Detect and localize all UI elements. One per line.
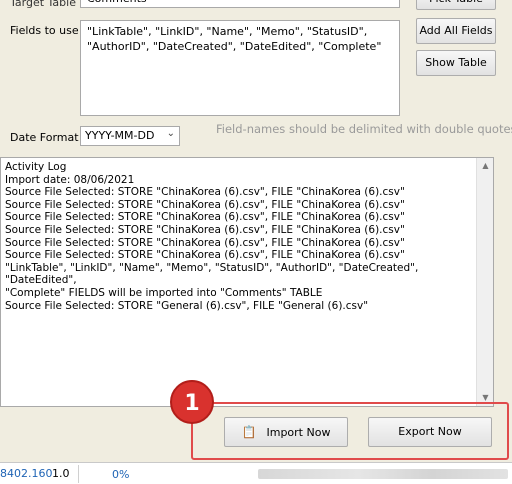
show-table-button[interactable]: Show Table bbox=[416, 50, 496, 76]
fields-to-use-label: Fields to use bbox=[10, 24, 79, 37]
status-blurred-area bbox=[258, 469, 508, 479]
log-line: Source File Selected: STORE "ChinaKorea … bbox=[5, 249, 405, 262]
chevron-down-icon: ⌄ bbox=[166, 128, 175, 139]
log-line: "Complete" FIELDS will be imported into … bbox=[5, 286, 323, 299]
date-format-select[interactable]: YYYY-MM-DD ⌄ bbox=[80, 126, 180, 146]
log-line: Source File Selected: STORE "ChinaKorea … bbox=[5, 223, 405, 236]
import-now-label: Import Now bbox=[266, 426, 331, 439]
status-coordinate: 8402.160 bbox=[0, 467, 53, 480]
scroll-up-icon[interactable]: ▲ bbox=[477, 160, 494, 172]
activity-log[interactable]: Activity Log Import date: 08/06/2021 Sou… bbox=[0, 157, 494, 407]
fields-to-use-textarea[interactable]: "LinkTable", "LinkID", "Name", "Memo", "… bbox=[80, 20, 400, 116]
status-percent: 0% bbox=[112, 468, 130, 481]
log-line: Source File Selected: STORE "ChinaKorea … bbox=[5, 198, 405, 211]
date-format-label: Date Format bbox=[10, 131, 79, 144]
log-line: Activity Log bbox=[5, 161, 67, 173]
log-line: Source File Selected: STORE "General (6)… bbox=[5, 299, 369, 312]
date-format-value: YYYY-MM-DD bbox=[85, 129, 155, 142]
add-all-fields-button[interactable]: Add All Fields bbox=[416, 18, 496, 44]
export-now-button[interactable]: Export Now bbox=[368, 417, 492, 447]
callout-badge: 1 bbox=[170, 380, 214, 424]
log-scrollbar[interactable]: ▲ ▼ bbox=[476, 158, 493, 406]
log-line: Source File Selected: STORE "ChinaKorea … bbox=[5, 186, 405, 199]
log-line: Import date: 08/06/2021 bbox=[5, 173, 135, 186]
field-names-hint: Field-names should be delimited with dou… bbox=[216, 122, 512, 136]
pick-table-button[interactable]: Pick Table bbox=[416, 0, 496, 10]
target-table-label: Target Table bbox=[10, 0, 76, 9]
target-table-input[interactable]: Comments bbox=[80, 0, 400, 8]
log-line: Source File Selected: STORE "ChinaKorea … bbox=[5, 236, 405, 249]
status-divider bbox=[78, 465, 79, 483]
status-bar: 8402.160 1.0 0% bbox=[0, 462, 512, 484]
log-line: "LinkTable", "LinkID", "Name", "Memo", "… bbox=[5, 261, 422, 287]
log-line: Source File Selected: STORE "ChinaKorea … bbox=[5, 211, 405, 224]
import-icon: 📋 bbox=[241, 425, 257, 439]
status-version: 1.0 bbox=[52, 467, 70, 480]
import-now-button[interactable]: 📋 Import Now bbox=[224, 417, 348, 447]
